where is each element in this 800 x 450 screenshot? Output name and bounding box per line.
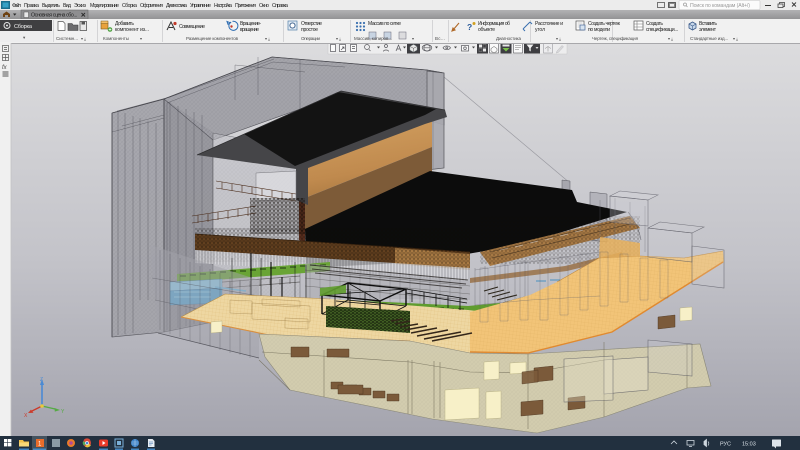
svg-text:Управление: Управление [190,3,211,9]
svg-text:Моделирование: Моделирование [90,3,119,9]
svg-text:Z: Z [40,377,43,383]
svg-text:элемент: элемент [699,27,717,33]
svg-text:▾ ⤓: ▾ ⤓ [336,36,341,41]
svg-text:Справка: Справка [272,3,288,9]
svg-text:Файл: Файл [12,2,21,9]
svg-text:спецификаци...: спецификаци... [646,27,678,33]
svg-text:Диагностика: Диагностика [496,36,521,41]
svg-text:Оформления: Оформления [140,3,163,9]
svg-text:Выделить: Выделить [42,3,60,9]
svg-text:по модели: по модели [588,27,610,33]
svg-text:Диагностика: Диагностика [166,3,187,9]
svg-text:Основная сцена сбо...: Основная сцена сбо... [31,13,77,19]
svg-text:Сборка: Сборка [14,24,33,30]
svg-text:Поиск по командам (Alt+/): Поиск по командам (Alt+/) [690,3,750,9]
svg-text:простое: простое [301,27,318,33]
svg-text:Вс...: Вс... [435,36,445,41]
svg-text:РУС: РУС [720,442,731,448]
svg-text:вращение: вращение [240,27,259,33]
svg-text:15:03: 15:03 [742,442,756,448]
svg-text:компонент из...: компонент из... [115,27,149,33]
svg-text:▾ ⤓: ▾ ⤓ [556,36,561,41]
svg-text:объекте: объекте [478,27,495,33]
svg-text:Чертеж, спецификация: Чертеж, спецификация [592,36,639,41]
svg-text:Массив, копиров...: Массив, копиров... [354,36,392,41]
svg-text:угол: угол [535,27,545,33]
svg-text:Стандартные изд...: Стандартные изд... [690,36,728,41]
svg-text:▾ ⤓: ▾ ⤓ [668,36,673,41]
svg-text:Правка: Правка [24,3,39,9]
svg-text:▾: ▾ [140,36,142,41]
svg-text:Операции: Операции [301,36,320,41]
svg-text:Приложения: Приложения [235,3,256,9]
svg-text:Вид: Вид [63,3,71,9]
svg-text:Настройка: Настройка [214,2,232,9]
svg-text:Компоненты: Компоненты [103,36,129,41]
svg-text:Окно: Окно [259,3,269,9]
svg-text:▾ ⤓: ▾ ⤓ [81,36,86,41]
svg-text:Эскиз: Эскиз [74,3,87,9]
svg-text:Системн...: Системн... [56,36,78,41]
svg-text:Сборка: Сборка [122,3,137,9]
svg-text:Совмещение: Совмещение [179,24,205,30]
svg-text:Массив по сетке: Массив по сетке [368,21,401,27]
svg-text:▾: ▾ [412,36,414,41]
svg-text:▾ ⤓: ▾ ⤓ [733,36,738,41]
svg-text:Размещение компонентов: Размещение компонентов [186,36,239,41]
svg-text:?: ? [467,22,472,32]
svg-text:▾ ⤓: ▾ ⤓ [265,36,270,41]
